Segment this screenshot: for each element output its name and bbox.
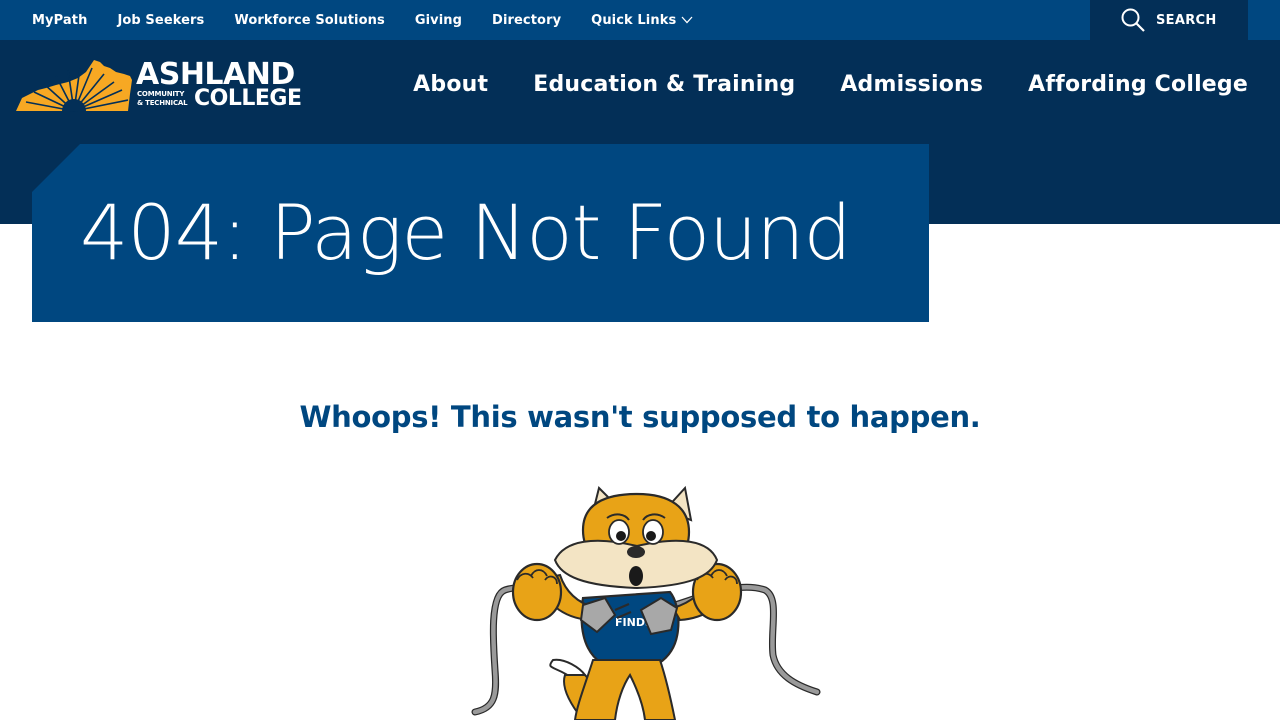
utility-link-mypath[interactable]: MyPath: [32, 2, 87, 38]
page-title: 404: Page Not Found: [80, 188, 852, 277]
nav-item-affording-college[interactable]: Affording College: [1028, 72, 1248, 97]
quick-links-label: Quick Links: [591, 12, 677, 28]
logo-tagline-line1: COMMUNITY: [137, 90, 185, 98]
page-title-banner: 404: Page Not Found: [32, 144, 929, 322]
utility-link-workforce-solutions[interactable]: Workforce Solutions: [234, 2, 384, 38]
utility-bar: MyPath Job Seekers Workforce Solutions G…: [0, 0, 1280, 40]
search-label: SEARCH: [1156, 12, 1217, 28]
nav-item-about[interactable]: About: [413, 72, 488, 97]
utility-nav: MyPath Job Seekers Workforce Solutions G…: [32, 0, 693, 40]
logo-tagline: COMMUNITY & TECHNICAL: [137, 90, 197, 108]
search-icon: [1121, 8, 1145, 32]
main-nav: About Education & Training Admissions Af…: [413, 64, 1248, 104]
logo-college: COLLEGE: [194, 86, 302, 111]
logo-tagline-line2: & TECHNICAL: [137, 99, 188, 107]
error-message: Whoops! This wasn't supposed to happen.: [299, 400, 981, 434]
kentucky-sunburst-icon: [16, 60, 132, 112]
utility-link-job-seekers[interactable]: Job Seekers: [117, 2, 204, 38]
quick-links-dropdown[interactable]: Quick Links: [591, 2, 693, 38]
utility-link-directory[interactable]: Directory: [492, 2, 561, 38]
nav-item-education-training[interactable]: Education & Training: [533, 72, 795, 97]
chevron-down-icon: [681, 16, 693, 24]
fox-mascot-icon: FINDS: [471, 485, 821, 720]
college-logo[interactable]: ASHLAND COMMUNITY & TECHNICAL COLLEGE: [16, 58, 302, 114]
utility-link-giving[interactable]: Giving: [415, 2, 462, 38]
nav-item-admissions[interactable]: Admissions: [840, 72, 983, 97]
search-button[interactable]: SEARCH: [1090, 0, 1248, 40]
